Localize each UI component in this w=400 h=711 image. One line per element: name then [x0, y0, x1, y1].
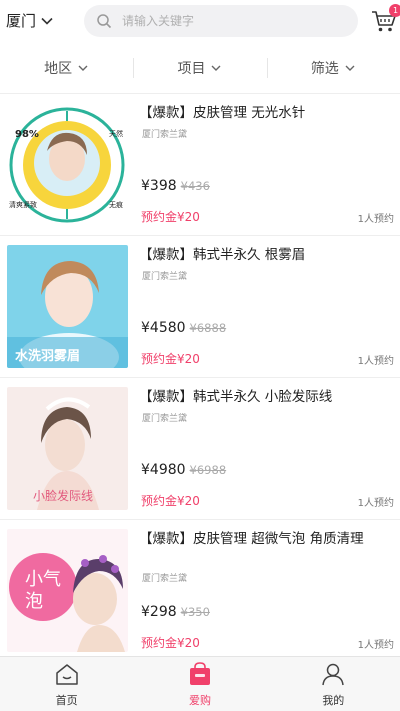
search-input[interactable] [122, 14, 342, 28]
old-price: ¥350 [180, 605, 210, 619]
filter-label: 项目 [177, 60, 206, 77]
product-image: 水洗羽雾眉 [7, 245, 128, 368]
tab-home[interactable]: 首页 [0, 657, 133, 711]
image-text: 小脸发际线 [33, 489, 94, 503]
bottom-tabbar: 首页 爱购 我的 [0, 656, 400, 711]
filter-label: 地区 [44, 60, 73, 77]
booked-count: 1人预约 [357, 640, 394, 651]
booked-count: 1人预约 [357, 214, 394, 225]
price: ¥398 [141, 178, 177, 194]
cart-badge: 1 [389, 4, 400, 17]
price: ¥4980 [141, 462, 186, 478]
tab-label: 爱购 [188, 694, 211, 707]
cart-button[interactable]: 1 [370, 4, 400, 34]
product-title: 【爆款】韩式半永久 小脸发际线 [139, 389, 333, 405]
product-item[interactable]: 98% 天然 清爽紧致 无痕 【爆款】皮肤管理 无光水针 厦门索兰黛 ¥398 ¥… [0, 94, 400, 236]
old-price: ¥6888 [189, 321, 227, 335]
chevron-down-icon [78, 65, 88, 71]
search-bar[interactable] [84, 5, 358, 37]
image-text: 无痕 [109, 201, 123, 209]
old-price: ¥6988 [189, 463, 227, 477]
deposit: 预约金¥20 [141, 352, 200, 366]
image-text: 天然 [109, 130, 123, 138]
image-text: 水洗羽雾眉 [15, 349, 81, 364]
top-header: 厦门 1 [0, 0, 400, 42]
deposit: 预约金¥20 [141, 636, 200, 650]
shopping-bag-icon [189, 662, 210, 685]
store-name: 厦门索兰黛 [142, 414, 188, 424]
product-item[interactable]: 小气泡 【爆款】皮肤管理 超微气泡 角质清理 厦门索兰黛 ¥298 ¥350 预约… [0, 520, 400, 656]
store-name: 厦门索兰黛 [142, 130, 188, 140]
price: ¥4580 [141, 320, 186, 336]
product-image: 98% 天然 清爽紧致 无痕 [7, 103, 128, 226]
person-icon [322, 663, 345, 686]
filter-project[interactable]: 项目 [133, 42, 266, 93]
product-image: 小气泡 [7, 529, 128, 652]
old-price: ¥436 [180, 179, 210, 193]
image-text: 小气泡 [25, 569, 61, 612]
filter-screen[interactable]: 筛选 [266, 42, 400, 93]
product-title: 【爆款】皮肤管理 超微气泡 角质清理 [139, 531, 364, 547]
tab-shop[interactable]: 爱购 [133, 657, 266, 711]
product-item[interactable]: 小脸发际线 【爆款】韩式半永久 小脸发际线 厦门索兰黛 ¥4980 ¥6988 预… [0, 378, 400, 520]
filter-bar: 地区 项目 筛选 [0, 42, 400, 94]
price-row: ¥4980 ¥6988 [141, 462, 226, 478]
home-icon [55, 664, 78, 685]
deposit: 预约金¥20 [141, 494, 200, 508]
chevron-down-icon [211, 65, 221, 71]
store-name: 厦门索兰黛 [142, 272, 188, 282]
product-title: 【爆款】皮肤管理 无光水针 [139, 105, 306, 121]
chevron-down-icon [345, 65, 355, 71]
deposit: 预约金¥20 [141, 210, 200, 224]
price-row: ¥398 ¥436 [141, 178, 210, 194]
search-icon [97, 14, 112, 29]
product-list: 98% 天然 清爽紧致 无痕 【爆款】皮肤管理 无光水针 厦门索兰黛 ¥398 ¥… [0, 94, 400, 656]
tab-label: 我的 [322, 694, 345, 707]
price-row: ¥4580 ¥6888 [141, 320, 226, 336]
app-root: 厦门 1 地区 项目 筛选 [0, 0, 400, 711]
filter-region[interactable]: 地区 [0, 42, 133, 93]
image-text: 清爽紧致 [9, 201, 37, 209]
product-item[interactable]: 水洗羽雾眉 【爆款】韩式半永久 根雾眉 厦门索兰黛 ¥4580 ¥6888 预约金… [0, 236, 400, 378]
product-title: 【爆款】韩式半永久 根雾眉 [139, 247, 306, 263]
store-name: 厦门索兰黛 [142, 574, 188, 584]
city-selector[interactable]: 厦门 [6, 10, 54, 31]
filter-label: 筛选 [310, 60, 339, 77]
product-image: 小脸发际线 [7, 387, 128, 510]
tab-profile[interactable]: 我的 [267, 657, 400, 711]
booked-count: 1人预约 [357, 498, 394, 509]
city-label: 厦门 [6, 12, 37, 30]
price-row: ¥298 ¥350 [141, 604, 210, 620]
image-text: 98% [15, 129, 39, 140]
tab-label: 首页 [55, 694, 78, 707]
booked-count: 1人预约 [357, 356, 394, 367]
price: ¥298 [141, 604, 177, 620]
chevron-down-icon [41, 17, 53, 25]
